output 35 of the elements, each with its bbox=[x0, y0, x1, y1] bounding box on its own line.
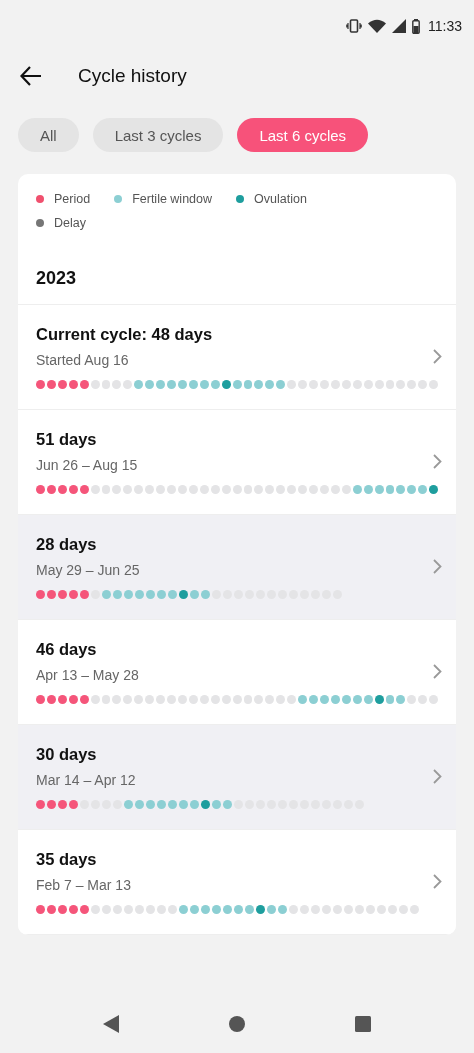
cycle-row[interactable]: 28 days May 29 – Jun 25 bbox=[18, 515, 456, 620]
cycle-dates: Feb 7 – Mar 13 bbox=[36, 877, 132, 893]
battery-icon bbox=[412, 18, 420, 34]
cycle-dates: Jun 26 – Aug 15 bbox=[36, 457, 139, 473]
legend-label: Ovulation bbox=[254, 192, 307, 206]
cycle-dates: Apr 13 – May 28 bbox=[36, 667, 140, 683]
cycle-row[interactable]: 30 days Mar 14 – Apr 12 bbox=[18, 725, 456, 830]
cycle-length: 30 days bbox=[36, 745, 98, 764]
vibrate-icon bbox=[346, 19, 362, 33]
legend-label: Fertile window bbox=[132, 192, 213, 206]
page-title: Cycle history bbox=[78, 65, 187, 87]
wifi-icon bbox=[368, 19, 386, 33]
chevron-icon bbox=[433, 874, 442, 889]
filter-tab[interactable]: All bbox=[18, 118, 79, 152]
cycle-dates: May 29 – Jun 25 bbox=[36, 562, 141, 578]
chevron-icon bbox=[433, 454, 442, 469]
cycle-dates: Mar 14 – Apr 12 bbox=[36, 772, 137, 788]
cycle-length: Current cycle: 48 days bbox=[36, 325, 214, 344]
back-button[interactable] bbox=[20, 66, 42, 86]
legend-label: Delay bbox=[54, 216, 86, 230]
back-nav-button[interactable] bbox=[103, 1015, 119, 1033]
cycle-length: 51 days bbox=[36, 430, 98, 449]
chevron-icon bbox=[433, 769, 442, 784]
cycle-length: 46 days bbox=[36, 640, 98, 659]
chevron-icon bbox=[433, 664, 442, 679]
chevron-icon bbox=[433, 349, 442, 364]
status-time: 11:33 bbox=[428, 18, 462, 34]
filter-tab[interactable]: Last 3 cycles bbox=[92, 118, 224, 152]
home-nav-button[interactable] bbox=[229, 1016, 245, 1032]
cycle-length: 35 days bbox=[36, 850, 98, 869]
cycle-dates: Started Aug 16 bbox=[36, 352, 130, 368]
cycle-length: 28 days bbox=[36, 535, 98, 554]
chevron-icon bbox=[433, 559, 442, 574]
signal-icon bbox=[392, 19, 406, 33]
legend-label: Period bbox=[54, 192, 91, 206]
